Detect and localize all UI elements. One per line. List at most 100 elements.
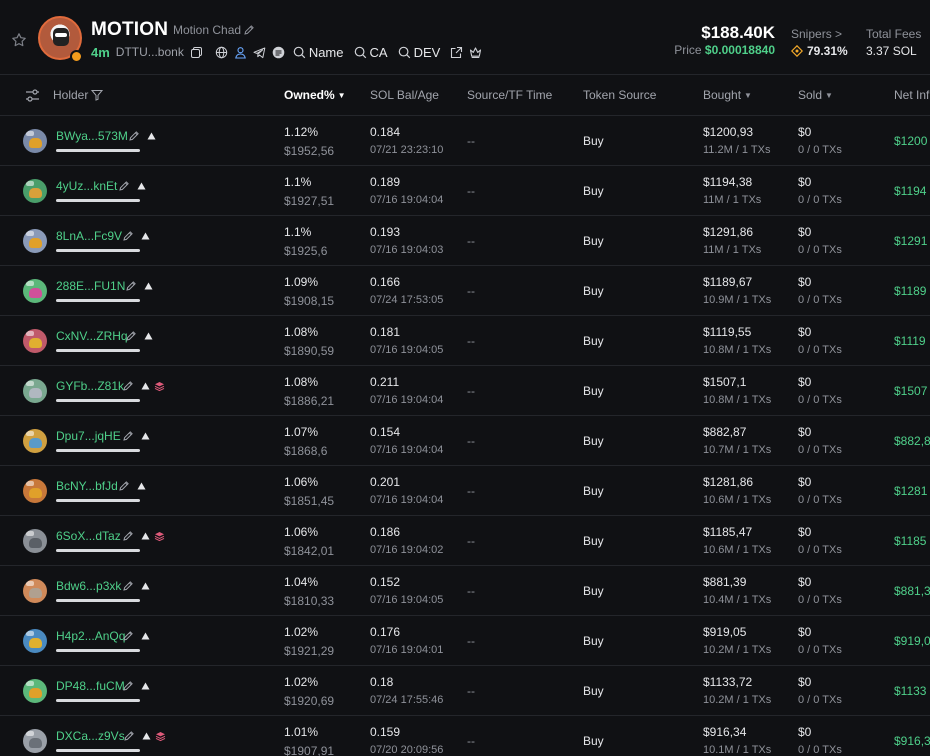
- holder-address[interactable]: 6SoX...dTaz: [56, 529, 121, 543]
- bought-txs: 10.9M / 1 TXs: [703, 294, 772, 306]
- edit-label-icon[interactable]: [125, 280, 137, 292]
- column-owned[interactable]: Owned% ▼: [284, 88, 346, 102]
- holder-avatar[interactable]: [23, 329, 47, 353]
- table-row[interactable]: 8LnA...Fc9V 1.1% $1925,6 0.193 07/16 19:04:0…: [0, 216, 930, 266]
- column-source[interactable]: Source/TF Time: [467, 88, 552, 102]
- owned-percent: 1.1%: [284, 175, 312, 189]
- edit-label-icon[interactable]: [122, 530, 134, 542]
- owned-percent: 1.12%: [284, 125, 319, 139]
- holder-balance-bar: [56, 649, 140, 652]
- column-net-inflow[interactable]: Net Infl: [894, 88, 930, 102]
- holders-table-header: Holder Owned% ▼ SOL Bal/Age Source/TF Tim…: [0, 75, 930, 116]
- funding-source: --: [467, 634, 475, 648]
- holder-address[interactable]: DP48...fuCM: [56, 679, 125, 693]
- table-row[interactable]: Bdw6...p3xk 1.04% $1810,33 0.152 07/16 19:04…: [0, 566, 930, 616]
- search-name-label: Name: [308, 44, 344, 60]
- table-row[interactable]: BWya...573M 1.12% $1952,56 0.184 07/21 23:23…: [0, 116, 930, 166]
- holder-address[interactable]: 288E...FU1N: [56, 279, 125, 293]
- holder-avatar[interactable]: [23, 229, 47, 253]
- column-token-source[interactable]: Token Source: [583, 88, 656, 102]
- table-row[interactable]: Dpu7...jqHE 1.07% $1868,6 0.154 07/16 19:04:…: [0, 416, 930, 466]
- holder-address[interactable]: BcNY...bfJd: [56, 479, 118, 493]
- crown-icon[interactable]: [469, 46, 482, 59]
- owned-percent: 1.04%: [284, 575, 319, 589]
- table-row[interactable]: 288E...FU1N 1.09% $1908,15 0.166 07/24 17:53…: [0, 266, 930, 316]
- net-inflow: $1507: [894, 384, 928, 398]
- search-icon: [354, 46, 366, 58]
- holder-address[interactable]: DXCa...z9Vs: [56, 729, 125, 743]
- search-dev-link[interactable]: DEV: [398, 45, 440, 60]
- column-holder[interactable]: Holder: [53, 88, 104, 102]
- contract-address[interactable]: DTTU...bonk: [116, 45, 184, 59]
- column-bought[interactable]: Bought ▼: [703, 88, 752, 102]
- table-row[interactable]: 6SoX...dTaz 1.06% $1842,01 0.186 07/16 19:04…: [0, 516, 930, 566]
- edit-label-icon[interactable]: [123, 730, 135, 742]
- edit-label-icon[interactable]: [122, 230, 134, 242]
- table-row[interactable]: CxNV...ZRHq 1.08% $1890,59 0.181 07/16 19:04…: [0, 316, 930, 366]
- holder-address[interactable]: Dpu7...jqHE: [56, 429, 121, 443]
- holder-balance-bar: [56, 349, 140, 352]
- funding-source: --: [467, 534, 475, 548]
- holder-avatar[interactable]: [23, 679, 47, 703]
- holder-address[interactable]: BWya...573M: [56, 129, 128, 143]
- edit-label-icon[interactable]: [122, 680, 134, 692]
- edit-name-icon[interactable]: [243, 24, 255, 36]
- wallet-age: 07/16 19:04:03: [370, 244, 444, 256]
- table-row[interactable]: 4yUz...knEt 1.1% $1927,51 0.189 07/16 19:04:…: [0, 166, 930, 216]
- user-icon[interactable]: [234, 46, 247, 59]
- snipers-stat: 79.31%: [791, 44, 848, 58]
- holder-avatar[interactable]: [23, 729, 47, 753]
- holder-address[interactable]: GYFb...Z81k: [56, 379, 124, 393]
- table-row[interactable]: DXCa...z9Vs 1.01% $1907,91 0.159 07/20 20:09…: [0, 716, 930, 756]
- snipers-label[interactable]: Snipers >: [791, 27, 842, 41]
- filter-icon[interactable]: [91, 89, 104, 101]
- owned-usd: $1925,6: [284, 244, 328, 258]
- funding-source: --: [467, 684, 475, 698]
- holder-avatar[interactable]: [23, 479, 47, 503]
- holder-address[interactable]: Bdw6...p3xk: [56, 579, 121, 593]
- sol-balance: 0.186: [370, 525, 401, 539]
- holder-avatar[interactable]: [23, 129, 47, 153]
- holder-address[interactable]: 8LnA...Fc9V: [56, 229, 122, 243]
- edit-label-icon[interactable]: [118, 480, 130, 492]
- feed-icon[interactable]: [272, 46, 285, 59]
- edit-label-icon[interactable]: [122, 580, 134, 592]
- globe-icon[interactable]: [215, 46, 228, 59]
- telegram-icon[interactable]: [253, 46, 266, 59]
- edit-label-icon[interactable]: [122, 630, 134, 642]
- sold-txs: 0 / 0 TXs: [798, 244, 842, 256]
- holder-avatar[interactable]: [23, 279, 47, 303]
- owned-usd: $1927,51: [284, 194, 335, 208]
- table-row[interactable]: DP48...fuCM 1.02% $1920,69 0.18 07/24 17:55:…: [0, 666, 930, 716]
- edit-label-icon[interactable]: [122, 380, 134, 392]
- holder-address[interactable]: H4p2...AnQq: [56, 629, 125, 643]
- sold-txs: 0 / 0 TXs: [798, 694, 842, 706]
- edit-label-icon[interactable]: [125, 330, 137, 342]
- bought-usd: $1189,67: [703, 275, 753, 289]
- column-sold[interactable]: Sold ▼: [798, 88, 833, 102]
- holder-avatar[interactable]: [23, 529, 47, 553]
- star-icon[interactable]: [11, 32, 27, 48]
- holder-avatar[interactable]: [23, 579, 47, 603]
- holder-address[interactable]: CxNV...ZRHq: [56, 329, 128, 343]
- copy-icon[interactable]: [190, 46, 203, 59]
- holder-avatar[interactable]: [23, 429, 47, 453]
- table-row[interactable]: BcNY...bfJd 1.06% $1851,45 0.201 07/16 19:04…: [0, 466, 930, 516]
- net-inflow: $1133: [894, 684, 927, 698]
- holder-avatar[interactable]: [23, 179, 47, 203]
- table-row[interactable]: H4p2...AnQq 1.02% $1921,29 0.176 07/16 19:04…: [0, 616, 930, 666]
- edit-label-icon[interactable]: [118, 180, 130, 192]
- holder-avatar[interactable]: [23, 629, 47, 653]
- token-source: Buy: [583, 184, 604, 198]
- search-ca-link[interactable]: CA: [354, 45, 388, 60]
- edit-label-icon[interactable]: [128, 130, 140, 142]
- search-name-link[interactable]: Name: [293, 45, 344, 60]
- external-link-icon[interactable]: [450, 46, 463, 59]
- holder-address[interactable]: 4yUz...knEt: [56, 179, 117, 193]
- edit-label-icon[interactable]: [122, 430, 134, 442]
- sliders-icon[interactable]: [25, 89, 40, 102]
- funding-source: --: [467, 584, 475, 598]
- holder-avatar[interactable]: [23, 379, 47, 403]
- table-row[interactable]: GYFb...Z81k 1.08% $1886,21 0.211 07/16 19:04…: [0, 366, 930, 416]
- column-sol-bal[interactable]: SOL Bal/Age: [370, 88, 439, 102]
